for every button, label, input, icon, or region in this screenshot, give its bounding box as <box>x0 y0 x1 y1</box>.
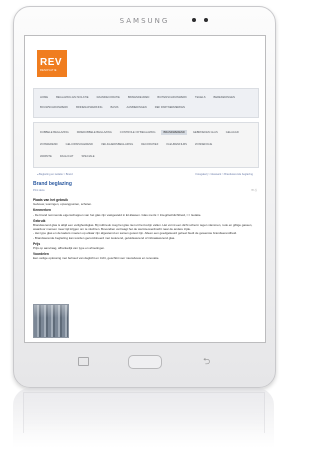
main-nav-item-bouwschrijnwerk[interactable]: BOUWSCHRIJNWERK <box>38 105 70 110</box>
main-nav-item-binnenafwerking[interactable]: BINNENAFWERKING <box>74 105 104 110</box>
share-icon[interactable]: ✉ ⎙ <box>251 188 257 192</box>
sensor-dot-icon <box>204 18 208 22</box>
main-nav-item-buitenschrijnwerk[interactable]: BUITENSCHRIJNWERK <box>155 95 189 100</box>
sub-nav-item-gebroeken-glas[interactable]: GEBROEKEN GLAS <box>191 130 220 135</box>
home-button[interactable] <box>128 355 162 369</box>
sub-nav-item-veiligheidsbeglazing[interactable]: VEILIGHEIDSBEGLAZING <box>99 142 135 147</box>
screen-reflection <box>23 392 265 433</box>
sub-nav-item-warmte[interactable]: WARMTE <box>38 154 54 159</box>
sub-nav-item-zonwerend[interactable]: ZONWEREND <box>38 142 60 147</box>
sub-nav-item-dubbele-beglazing[interactable]: DUBBELE BEGLAZING <box>38 130 71 135</box>
sub-nav-row: ZONWEREND GELUIDSISOLEREND VEILIGHEIDSBEGL… <box>38 142 214 147</box>
section-text: - Brandwerende beglazing kan worden geco… <box>33 235 176 240</box>
main-nav-row: BOUWSCHRIJNWERK BINNENAFWERKING BASIS AANBI… <box>38 105 187 110</box>
main-navigation: HOME BEGLAZING EN ISOLATIE RAAMDECORATIE BI… <box>33 88 259 118</box>
tablet-screen: REV RENOVATIE HOME BEGLAZING EN ISOLATIE R… <box>24 35 266 343</box>
back-icon[interactable]: ⮌ <box>203 354 210 370</box>
recent-apps-icon[interactable] <box>78 357 89 366</box>
sub-nav-item-zonnefolie[interactable]: ZONNEFOLIE <box>193 142 214 147</box>
breadcrumb-left[interactable]: ◂ Beglazing en isolatie > Brand <box>37 173 73 176</box>
sub-nav-item-controle-op-beglazing[interactable]: CONTROLE OP BEGLAZING <box>118 130 158 135</box>
sub-nav-row: WARMTE DAGLICHT SPECIALE <box>38 154 97 159</box>
main-nav-item-aanbiedingen[interactable]: AANBIEDINGEN <box>124 105 148 110</box>
main-nav-item-home[interactable]: HOME <box>38 95 50 100</box>
main-nav-item-raamdecoratie[interactable]: RAAMDECORATIE <box>95 95 122 100</box>
site-logo[interactable]: REV RENOVATIE <box>37 50 67 77</box>
sub-nav-item-brandwerend[interactable]: BRANDWEREND <box>161 130 187 135</box>
section-text: Prijs op aanvraag, afhankelijk van type … <box>33 246 106 251</box>
main-nav-item-basis[interactable]: BASIS <box>109 105 121 110</box>
breadcrumb-right[interactable]: Fotogalerij > Glaswerk > Brandwerende be… <box>195 173 253 176</box>
sub-nav-item-driedubbele-beglazing[interactable]: DRIEDUBBELE BEGLAZING <box>75 130 114 135</box>
sub-nav-item-geluidsisolerend[interactable]: GELUIDSISOLEREND <box>64 142 95 147</box>
section-text: Een veilige oplossing met behoud van dag… <box>33 256 160 261</box>
logo-text: REV <box>40 57 63 68</box>
page-title: Brand beglazing <box>33 181 72 187</box>
section-text: - Het type glas en de kaders moeten op e… <box>33 231 237 236</box>
main-nav-row: HOME BEGLAZING EN ISOLATIE RAAMDECORATIE BI… <box>38 95 237 100</box>
main-nav-item-beglazing-en-isolatie[interactable]: BEGLAZING EN ISOLATIE <box>54 95 91 100</box>
main-nav-item-berekeningen[interactable]: BEREKENINGEN <box>212 95 237 100</box>
sub-nav-item-daglicht[interactable]: DAGLICHT <box>58 154 76 159</box>
article-content: Plaats van het gebruik Gebouw, woningen,… <box>33 196 257 261</box>
glass-photo[interactable] <box>33 304 69 338</box>
logo-sub: RENOVATIE <box>40 69 57 72</box>
main-nav-item-tegels[interactable]: TEGELS <box>193 95 208 100</box>
main-nav-item-ref-partnermerken[interactable]: REF PARTNERMERKEN <box>153 105 187 110</box>
section-text: - De brand remmende eigenschappen van he… <box>33 212 202 217</box>
sub-nav-item-gelaagd[interactable]: GELAAGD <box>224 130 241 135</box>
sub-nav-item-kleurenfilms[interactable]: KLEURENFILMS <box>164 142 189 147</box>
device-brand: SAMSUNG <box>119 17 170 25</box>
breadcrumb: ◂ Beglazing en isolatie > Brand Fotogale… <box>33 172 257 178</box>
sub-nav-item-speciale[interactable]: SPECIALE <box>79 154 96 159</box>
section-text: Gebouw, woningen, opvangpunten, scholen. <box>33 202 93 207</box>
section-text: Brandwerend glas is altijd een veilighei… <box>33 223 253 232</box>
sub-nav-item-decoratief[interactable]: DECORATIEF <box>139 142 160 147</box>
camera-dot-icon <box>192 18 196 22</box>
tablet-frame: SAMSUNG REV RENOVATIE HOME BEGLAZING EN I… <box>13 6 276 388</box>
main-nav-item-binnendeuren[interactable]: BINNENDEUREN <box>126 95 152 100</box>
sub-navigation: DUBBELE BEGLAZING DRIEDUBBELE BEGLAZING CO… <box>33 122 259 168</box>
sub-nav-row: DUBBELE BEGLAZING DRIEDUBBELE BEGLAZING CO… <box>38 130 241 135</box>
print-link[interactable]: Print deze <box>33 189 45 192</box>
